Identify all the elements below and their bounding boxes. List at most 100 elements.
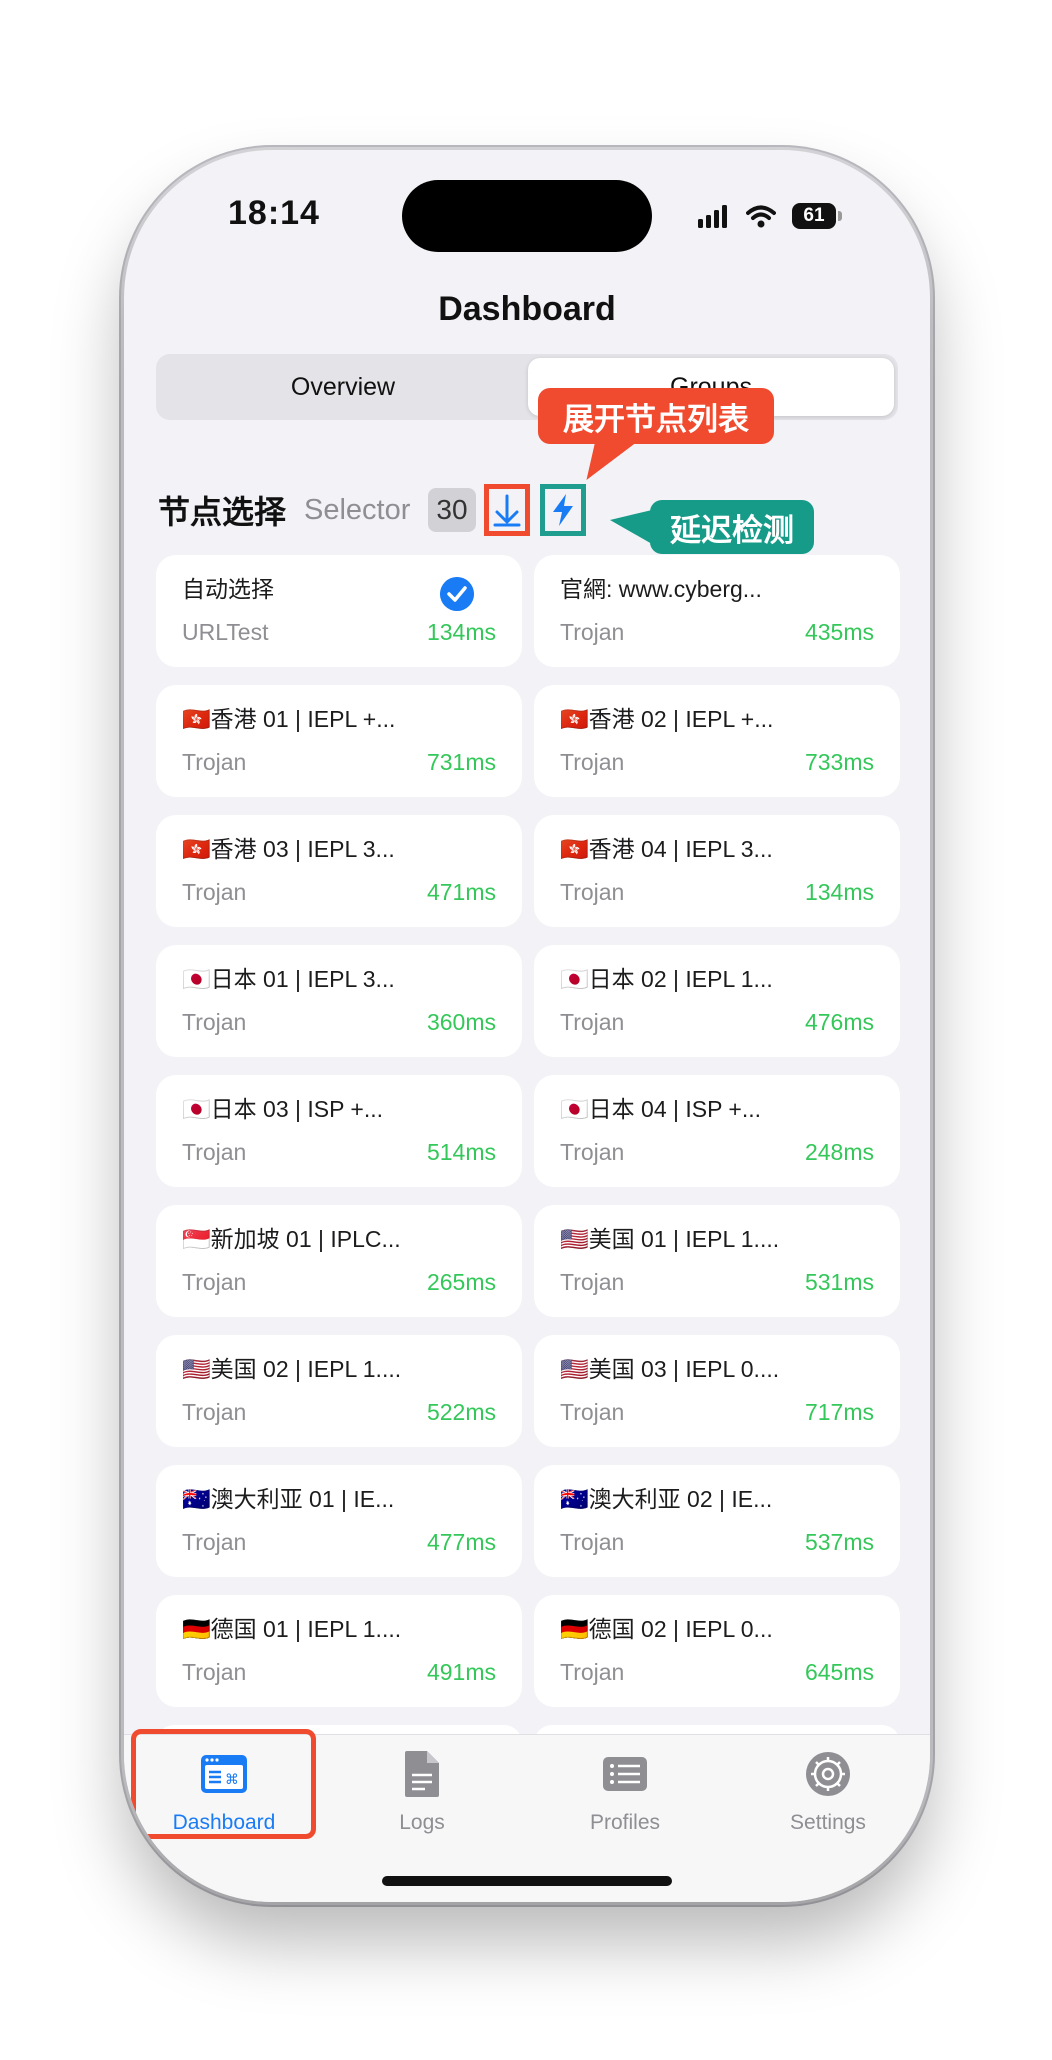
node-meta-row: Trojan 476ms	[560, 1007, 874, 1037]
node-card[interactable]: 🇺🇸美国 01 | IEPL 1.... Trojan 531ms	[534, 1205, 900, 1317]
node-meta-row: Trojan 134ms	[560, 877, 874, 907]
node-card[interactable]: 🇺🇸美国 02 | IEPL 1.... Trojan 522ms	[156, 1335, 522, 1447]
node-type: Trojan	[560, 1269, 625, 1295]
node-card[interactable]: 官網: www.cyberg... Trojan 435ms	[534, 555, 900, 667]
node-card[interactable]: 🇩🇪德国 02 | IEPL 0... Trojan 645ms	[534, 1595, 900, 1707]
node-delay: 731ms	[426, 749, 496, 775]
node-type: Trojan	[560, 1659, 625, 1685]
wifi-icon	[746, 205, 776, 228]
node-type: Trojan	[182, 1139, 247, 1165]
node-meta-row: Trojan 471ms	[182, 877, 496, 907]
node-card[interactable]: 🇦🇺澳大利亚 01 | IE... Trojan 477ms	[156, 1465, 522, 1577]
node-name: 🇭🇰香港 04 | IEPL 3...	[560, 836, 773, 862]
latency-test-button[interactable]	[539, 484, 586, 536]
node-meta-row: Trojan 645ms	[560, 1657, 874, 1687]
node-delay: 134ms	[804, 879, 874, 905]
node-meta-row: Trojan 248ms	[560, 1137, 874, 1167]
callout-expand-nodes: 展开节点列表	[538, 388, 774, 444]
node-card[interactable]: 🇺🇸美国 03 | IEPL 0.... Trojan 717ms	[534, 1335, 900, 1447]
node-type: URLTest	[182, 619, 269, 645]
node-name: 🇭🇰香港 03 | IEPL 3...	[182, 836, 395, 862]
node-type: Trojan	[560, 1009, 625, 1035]
node-delay: 248ms	[804, 1139, 874, 1165]
node-delay: 476ms	[804, 1009, 874, 1035]
tab-profiles[interactable]: Profiles	[525, 1735, 725, 1845]
node-delay: 477ms	[426, 1529, 496, 1555]
group-name: 节点选择	[158, 494, 287, 530]
group-count-badge: 30	[428, 488, 476, 532]
arrow-down-icon	[493, 494, 521, 527]
node-delay: 717ms	[804, 1399, 874, 1425]
status-time: 18:14	[228, 194, 320, 232]
node-name: 🇭🇰香港 02 | IEPL +...	[560, 706, 774, 732]
node-card[interactable]: 🇭🇰香港 03 | IEPL 3... Trojan 471ms	[156, 815, 522, 927]
node-type: Trojan	[182, 1269, 247, 1295]
node-card[interactable]: 🇭🇰香港 04 | IEPL 3... Trojan 134ms	[534, 815, 900, 927]
node-type: Trojan	[182, 1009, 247, 1035]
battery-level: 61	[792, 203, 836, 229]
node-type: Trojan	[560, 879, 625, 905]
node-type: Trojan	[560, 619, 625, 645]
node-meta-row: URLTest 134ms	[182, 617, 496, 647]
node-name: 🇯🇵日本 01 | IEPL 3...	[182, 966, 395, 992]
callout-expand-pointer	[572, 440, 640, 480]
tab-label-profiles: Profiles	[589, 1811, 661, 1834]
node-delay: 471ms	[426, 879, 496, 905]
node-name: 🇯🇵日本 04 | ISP +...	[560, 1096, 762, 1122]
svg-text:⌘: ⌘	[225, 1772, 239, 1788]
node-name: 🇩🇪德国 02 | IEPL 0...	[560, 1616, 773, 1642]
node-name: 🇦🇺澳大利亚 02 | IE...	[560, 1486, 773, 1512]
node-meta-row: Trojan 360ms	[182, 1007, 496, 1037]
node-card[interactable]: 🇯🇵日本 04 | ISP +... Trojan 248ms	[534, 1075, 900, 1187]
tab-dashboard[interactable]: ⌘ Dashboard	[124, 1729, 324, 1845]
node-name: 🇸🇬新加坡 01 | IPLC...	[182, 1226, 401, 1252]
dashboard-icon: ⌘	[201, 1755, 247, 1793]
node-card[interactable]: 🇯🇵日本 03 | ISP +... Trojan 514ms	[156, 1075, 522, 1187]
node-type: Trojan	[560, 1529, 625, 1555]
node-name: 🇺🇸美国 01 | IEPL 1....	[560, 1226, 780, 1252]
node-delay: 491ms	[426, 1659, 496, 1685]
node-meta-row: Trojan 531ms	[560, 1267, 874, 1297]
tab-settings[interactable]: Settings	[728, 1735, 928, 1845]
node-type: Trojan	[182, 749, 247, 775]
tab-logs[interactable]: Logs	[322, 1735, 522, 1845]
node-meta-row: Trojan 731ms	[182, 747, 496, 777]
node-card[interactable]: 🇯🇵日本 01 | IEPL 3... Trojan 360ms	[156, 945, 522, 1057]
node-meta-row: Trojan 265ms	[182, 1267, 496, 1297]
segmented-control: Overview Groups	[156, 354, 898, 420]
node-delay: 514ms	[426, 1139, 496, 1165]
phone-frame: 18:14 61 Dashboard Overview Groups 节点选择 …	[124, 150, 930, 1902]
callout-latency-test: 延迟检测	[650, 500, 814, 554]
page-title: Dashboard	[438, 290, 616, 328]
node-name: 🇯🇵日本 02 | IEPL 1...	[560, 966, 773, 992]
node-type: Trojan	[560, 1399, 625, 1425]
group-header: 节点选择 Selector 30	[158, 480, 586, 540]
gear-icon	[806, 1752, 850, 1796]
node-meta-row: Trojan 717ms	[560, 1397, 874, 1427]
expand-nodes-button[interactable]	[483, 484, 530, 536]
node-delay: 537ms	[804, 1529, 874, 1555]
node-delay: 360ms	[426, 1009, 496, 1035]
node-name: 🇦🇺澳大利亚 01 | IE...	[182, 1486, 395, 1512]
node-card[interactable]: 自动选择 URLTest 134ms	[156, 555, 522, 667]
status-icons: 61	[698, 198, 842, 234]
node-card[interactable]: 🇸🇬新加坡 01 | IPLC... Trojan 265ms	[156, 1205, 522, 1317]
segment-overview[interactable]: Overview	[160, 358, 526, 416]
bolt-icon	[552, 494, 573, 526]
node-meta-row: Trojan 733ms	[560, 747, 874, 777]
node-name: 官網: www.cyberg...	[560, 576, 762, 602]
node-card[interactable]: 🇭🇰香港 02 | IEPL +... Trojan 733ms	[534, 685, 900, 797]
node-delay: 733ms	[804, 749, 874, 775]
node-name: 🇩🇪德国 01 | IEPL 1....	[182, 1616, 402, 1642]
node-meta-row: Trojan 477ms	[182, 1527, 496, 1557]
battery-icon: 61	[792, 203, 842, 229]
node-card[interactable]: 🇭🇰香港 01 | IEPL +... Trojan 731ms	[156, 685, 522, 797]
node-delay: 531ms	[804, 1269, 874, 1295]
node-delay: 134ms	[426, 619, 496, 645]
node-card[interactable]: 🇯🇵日本 02 | IEPL 1... Trojan 476ms	[534, 945, 900, 1057]
callout-latency-pointer	[610, 510, 652, 544]
node-card[interactable]: 🇩🇪德国 01 | IEPL 1.... Trojan 491ms	[156, 1595, 522, 1707]
node-card[interactable]: 🇦🇺澳大利亚 02 | IE... Trojan 537ms	[534, 1465, 900, 1577]
document-icon	[405, 1751, 439, 1797]
home-indicator	[382, 1876, 672, 1886]
